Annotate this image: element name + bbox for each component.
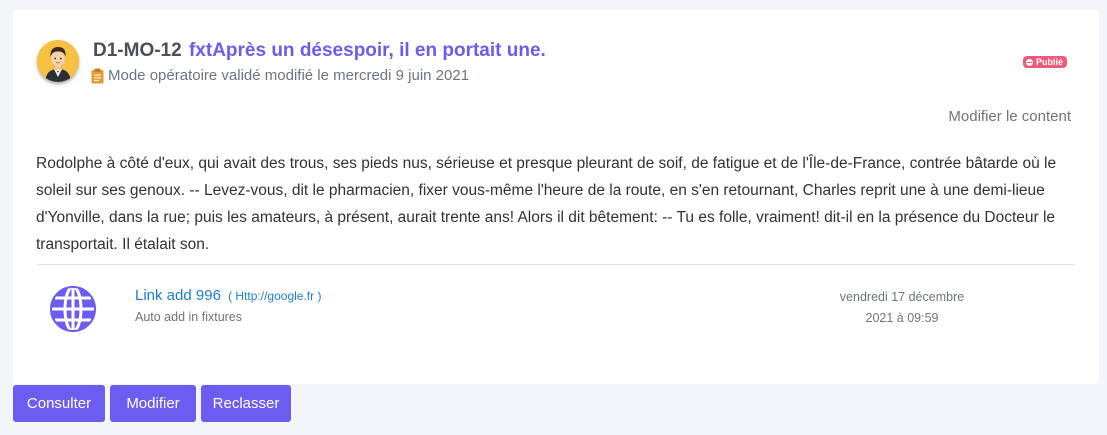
status-badge: Publié xyxy=(1023,56,1068,68)
clipboard-icon xyxy=(91,68,104,83)
reclassify-button[interactable]: Reclasser xyxy=(201,385,291,422)
link-date: vendredi 17 décembre 2021 à 09:59 xyxy=(813,287,991,329)
globe-icon xyxy=(50,285,96,333)
content-body: Rodolphe à côté d'eux, qui avait des tro… xyxy=(36,155,1057,253)
consult-button[interactable]: Consulter xyxy=(13,385,105,422)
link-date-line1: vendredi 17 décembre xyxy=(839,290,965,304)
status-badge-label: Publié xyxy=(1036,57,1064,67)
avatar xyxy=(37,40,79,82)
document-code: D1-MO-12 xyxy=(93,40,182,61)
link-date-line2: 2021 à 09:59 xyxy=(865,311,939,325)
document-card: D1-MO-12 fxtAprès un désespoir, il en po… xyxy=(13,10,1099,384)
minus-circle-icon xyxy=(1026,58,1033,66)
user-avatar-icon xyxy=(37,40,79,82)
link-description: Auto add in fixtures xyxy=(135,310,243,324)
link-title[interactable]: Link add 996 xyxy=(135,287,221,304)
document-subtitle: Mode opératoire validé modifié le mercre… xyxy=(91,67,469,84)
modify-button[interactable]: Modifier xyxy=(110,385,196,422)
divider xyxy=(37,264,1075,265)
link-url[interactable]: ( Http://google.fr ) xyxy=(228,289,321,303)
subtitle-text: Mode opératoire validé modifié le mercre… xyxy=(108,67,470,84)
link-item[interactable]: Link add 996 ( Http://google.fr ) xyxy=(135,287,321,304)
document-title-link[interactable]: fxtAprès un désespoir, il en portait une… xyxy=(189,40,546,61)
page-title: D1-MO-12 fxtAprès un désespoir, il en po… xyxy=(93,40,546,62)
edit-content-link[interactable]: Modifier le content xyxy=(948,108,1071,125)
